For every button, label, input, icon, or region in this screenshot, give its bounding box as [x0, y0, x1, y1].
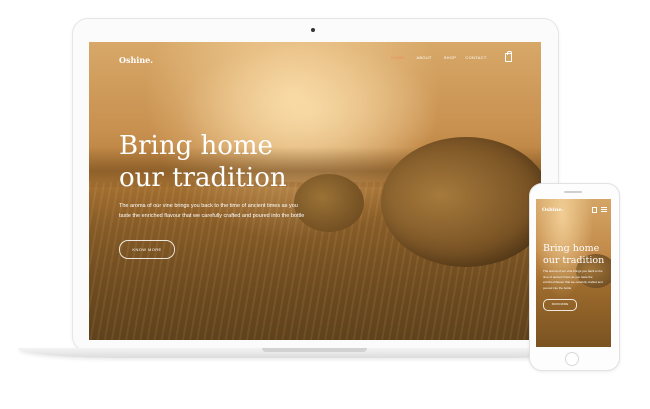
phone-hero-title-line-2: our tradition	[543, 254, 605, 266]
hay-bale-large	[381, 137, 541, 267]
hamburger-menu-icon[interactable]	[601, 207, 607, 213]
nav-item-shop[interactable]: SHOP	[437, 55, 463, 60]
nav-item-about[interactable]: ABOUT	[411, 55, 437, 60]
nav-item-home[interactable]: HOME	[385, 55, 411, 60]
phone-know-more-button[interactable]: KNOW MORE	[543, 299, 577, 311]
site-logo[interactable]: Oshine.	[119, 55, 153, 65]
hero-title: Bring home our tradition	[119, 130, 319, 194]
phone-hero-title-line-1: Bring home	[543, 243, 600, 254]
laptop-screen: Oshine. HOME ABOUT SHOP CONTACT Bring ho…	[89, 42, 541, 340]
phone-hero-title: Bring home our tradition	[543, 243, 611, 266]
hero-title-line-1: Bring home	[119, 131, 273, 161]
main-nav: HOME ABOUT SHOP CONTACT	[385, 55, 489, 60]
phone-site-logo[interactable]: Oshine.	[542, 207, 563, 213]
hero-description: The aroma of our vine brings you back to…	[119, 203, 305, 219]
phone-hero-description: The aroma of our vine brings you back to…	[543, 269, 603, 290]
phone-screen: Oshine. Bring home our tradition The aro…	[536, 199, 611, 347]
camera-dot	[311, 28, 315, 32]
hero-title-line-2: our tradition	[119, 163, 287, 193]
phone-cart-icon[interactable]	[592, 207, 597, 213]
know-more-button[interactable]: KNOW MORE	[119, 240, 175, 259]
phone-speaker	[564, 191, 582, 193]
cart-icon[interactable]	[505, 51, 512, 62]
nav-item-contact[interactable]: CONTACT	[463, 55, 489, 60]
laptop-hinge-notch	[262, 348, 367, 352]
phone-home-button[interactable]	[565, 352, 579, 366]
